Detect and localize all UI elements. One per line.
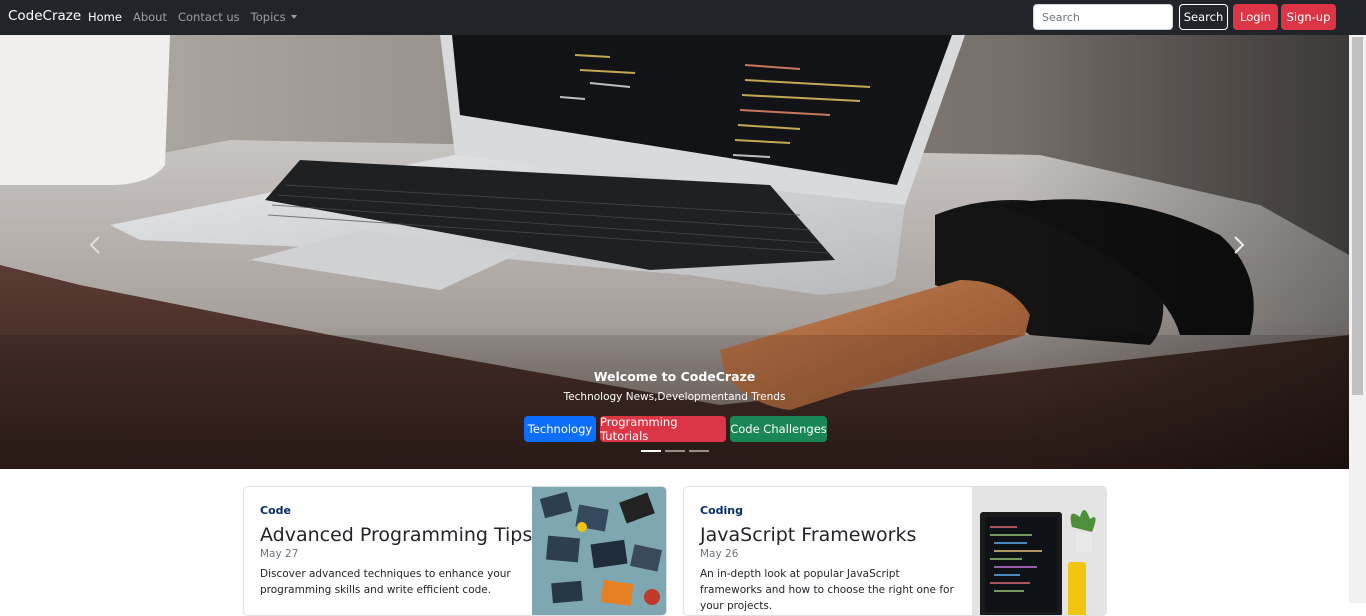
carousel-next-button[interactable] xyxy=(1232,235,1262,271)
login-button[interactable]: Login xyxy=(1233,4,1278,30)
card-category: Coding xyxy=(700,504,743,517)
nav-dropdown-topics[interactable]: Topics xyxy=(251,10,297,24)
chevron-down-icon xyxy=(290,15,297,19)
card-date: May 27 xyxy=(260,548,299,560)
search-input[interactable] xyxy=(1033,4,1173,30)
carousel-indicators xyxy=(641,450,709,452)
hero-title: Welcome to CodeCraze xyxy=(593,369,756,384)
signup-button[interactable]: Sign-up xyxy=(1281,4,1336,30)
nav-link-home[interactable]: Home xyxy=(88,10,122,24)
card-image xyxy=(972,487,1106,615)
card-text: Discover advanced techniques to enhance … xyxy=(260,568,511,596)
card-date: May 26 xyxy=(700,548,739,560)
chevron-left-icon xyxy=(89,236,100,254)
technology-button[interactable]: Technology xyxy=(524,416,596,442)
nav-dropdown-topics-label: Topics xyxy=(250,10,286,24)
nav-link-about[interactable]: About xyxy=(133,10,167,24)
card-title[interactable]: Advanced Programming Tips xyxy=(260,524,532,546)
carousel-indicator-1[interactable] xyxy=(641,450,661,452)
card-text: An in-depth look at popular JavaScript f… xyxy=(700,568,954,612)
search-button[interactable]: Search xyxy=(1179,4,1228,30)
navbar: CodeCraze Home About Contact us Topics S… xyxy=(0,0,1366,35)
article-card[interactable]: Code Advanced Programming Tips May 27 Di… xyxy=(243,486,667,616)
article-card[interactable]: Coding JavaScript Frameworks May 26 An i… xyxy=(683,486,1107,616)
code-challenges-button[interactable]: Code Challenges xyxy=(730,416,827,442)
nav-links: Home About Contact us Topics xyxy=(88,10,308,24)
brand-logo[interactable]: CodeCraze xyxy=(8,8,81,24)
programming-tutorials-button[interactable]: Programming Tutorials xyxy=(600,415,726,443)
hero-buttons: Technology Programming Tutorials Code Ch… xyxy=(524,415,827,443)
card-title[interactable]: JavaScript Frameworks xyxy=(700,524,916,546)
hero-carousel: Welcome to CodeCraze Technology News,Dev… xyxy=(0,35,1349,469)
card-image xyxy=(532,487,666,615)
carousel-indicator-3[interactable] xyxy=(689,450,709,452)
carousel-indicator-2[interactable] xyxy=(665,450,685,452)
page-scrollbar[interactable] xyxy=(1349,35,1366,603)
chevron-right-icon xyxy=(1234,236,1245,254)
scrollbar-thumb[interactable] xyxy=(1352,37,1363,395)
hero-subtitle: Technology News,Developmentand Trends xyxy=(563,391,786,403)
hero-image xyxy=(0,35,1349,469)
card-category: Code xyxy=(260,504,291,517)
nav-link-contact[interactable]: Contact us xyxy=(178,10,240,24)
carousel-prev-button[interactable] xyxy=(88,235,118,271)
